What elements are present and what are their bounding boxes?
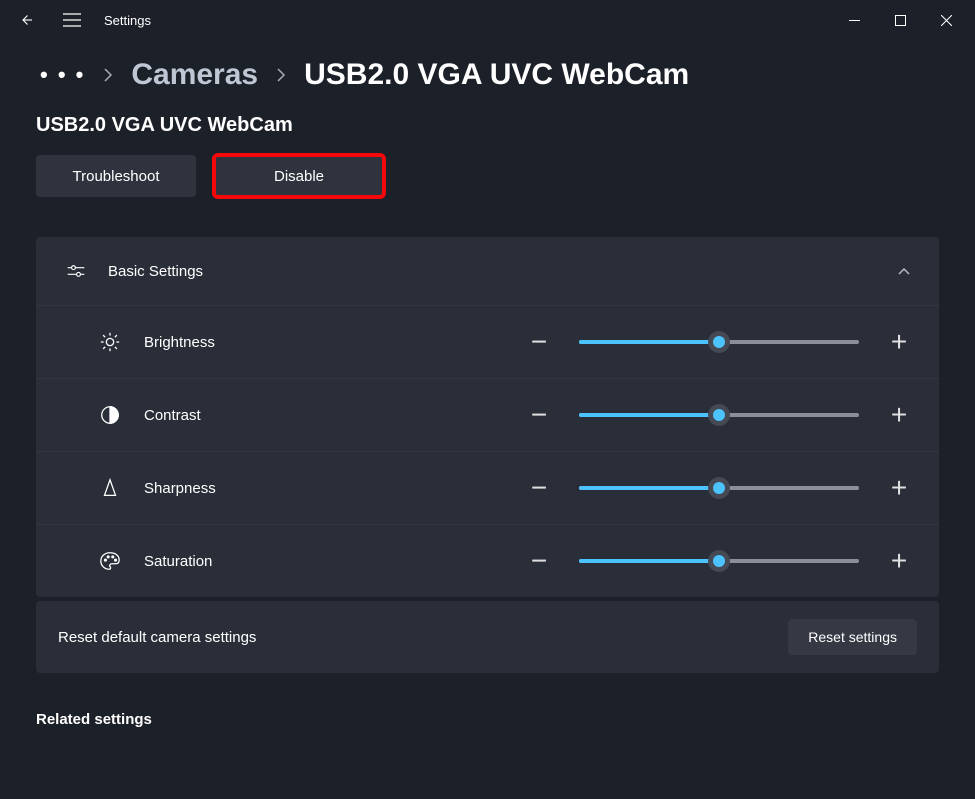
contrast-icon — [96, 401, 124, 429]
back-button[interactable] — [6, 0, 46, 40]
reset-card: Reset default camera settings Reset sett… — [36, 601, 939, 673]
sharpness-slider[interactable] — [579, 474, 859, 502]
saturation-slider[interactable] — [579, 547, 859, 575]
saturation-increase[interactable]: + — [879, 541, 919, 581]
brightness-slider[interactable] — [579, 328, 859, 356]
reset-settings-button[interactable]: Reset settings — [788, 619, 917, 655]
saturation-label: Saturation — [144, 553, 344, 570]
basic-settings-card: Basic Settings Brightness − + — [36, 237, 939, 597]
close-button[interactable] — [923, 0, 969, 40]
brightness-icon — [96, 328, 124, 356]
related-settings-heading: Related settings — [0, 703, 975, 736]
brightness-row: Brightness − + — [36, 305, 939, 378]
titlebar-left: Settings — [6, 0, 151, 40]
sharpness-decrease[interactable]: − — [519, 468, 559, 508]
basic-settings-header[interactable]: Basic Settings — [36, 237, 939, 305]
contrast-decrease[interactable]: − — [519, 395, 559, 435]
brightness-label: Brightness — [144, 334, 344, 351]
sharpness-icon — [96, 474, 124, 502]
contrast-row: Contrast − + — [36, 378, 939, 451]
chevron-right-icon — [103, 67, 113, 83]
app-title: Settings — [104, 13, 151, 28]
breadcrumb-ellipsis[interactable]: • • • — [40, 62, 85, 88]
chevron-up-icon — [897, 266, 911, 276]
contrast-increase[interactable]: + — [879, 395, 919, 435]
breadcrumb-parent[interactable]: Cameras — [131, 58, 258, 92]
sharpness-row: Sharpness − + — [36, 451, 939, 524]
brightness-increase[interactable]: + — [879, 322, 919, 362]
contrast-slider[interactable] — [579, 401, 859, 429]
minimize-button[interactable] — [831, 0, 877, 40]
breadcrumb-current: USB2.0 VGA UVC WebCam — [304, 58, 689, 92]
basic-settings-title: Basic Settings — [108, 263, 203, 280]
page-subtitle: USB2.0 VGA UVC WebCam — [0, 110, 975, 155]
contrast-label: Contrast — [144, 407, 344, 424]
maximize-button[interactable] — [877, 0, 923, 40]
brightness-decrease[interactable]: − — [519, 322, 559, 362]
palette-icon — [96, 547, 124, 575]
disable-button[interactable]: Disable — [214, 155, 384, 197]
saturation-decrease[interactable]: − — [519, 541, 559, 581]
action-buttons: Troubleshoot Disable — [0, 155, 975, 237]
reset-label: Reset default camera settings — [58, 629, 256, 646]
sharpness-label: Sharpness — [144, 480, 344, 497]
window-controls — [831, 0, 969, 40]
breadcrumb: • • • Cameras USB2.0 VGA UVC WebCam — [0, 40, 975, 110]
sharpness-increase[interactable]: + — [879, 468, 919, 508]
sliders-icon — [64, 259, 88, 283]
menu-button[interactable] — [52, 0, 92, 40]
troubleshoot-button[interactable]: Troubleshoot — [36, 155, 196, 197]
saturation-row: Saturation − + — [36, 524, 939, 597]
chevron-right-icon — [276, 67, 286, 83]
titlebar: Settings — [0, 0, 975, 40]
